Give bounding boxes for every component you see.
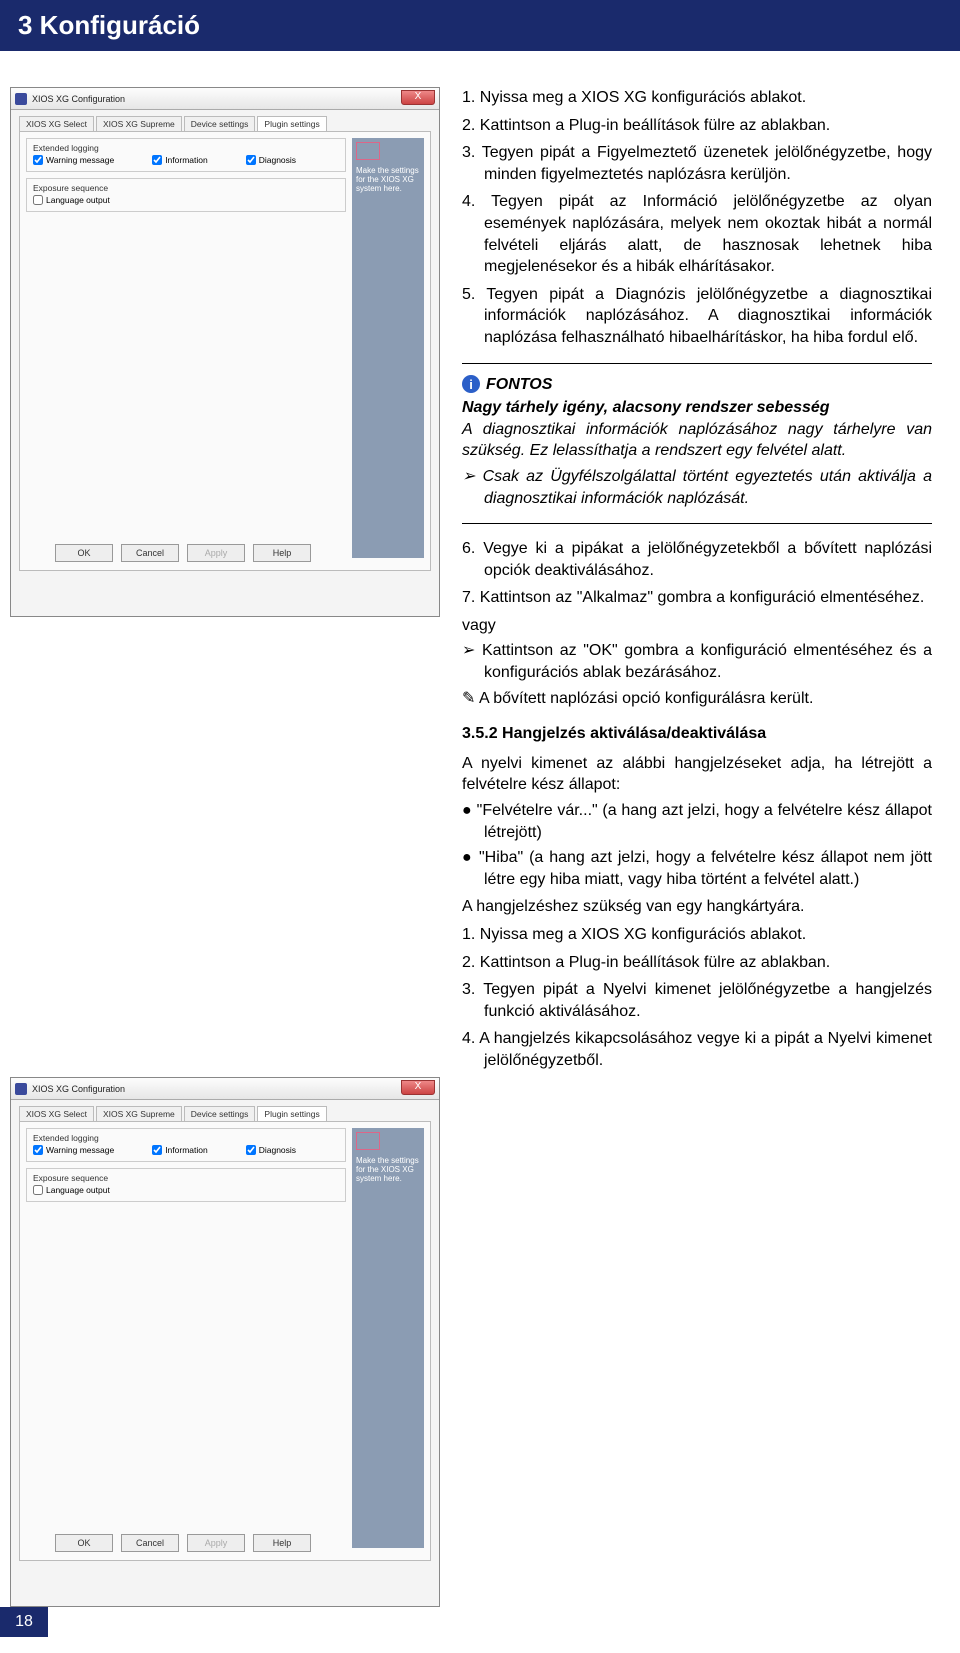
note-label: FONTOS: [486, 374, 552, 396]
tabs-row: XIOS XG Select XIOS XG Supreme Device se…: [11, 1100, 439, 1121]
legend-exposure: Exposure sequence: [33, 1173, 339, 1183]
sec2-step-4: 4. A hangjelzés kikapcsolásához vegye ki…: [462, 1028, 932, 1071]
close-icon[interactable]: X: [401, 1080, 435, 1095]
titlebar: XIOS XG Configuration X: [11, 1078, 439, 1100]
exposure-sequence-fieldset: Exposure sequence Language output: [26, 178, 346, 212]
sec2-step-3: 3. Tegyen pipát a Nyelvi kimenet jelölőn…: [462, 979, 932, 1022]
tab-select[interactable]: XIOS XG Select: [19, 1106, 94, 1121]
tab-plugin[interactable]: Plugin settings: [257, 116, 326, 131]
tab-plugin[interactable]: Plugin settings: [257, 1106, 326, 1121]
subheading-352: 3.5.2 Hangjelzés aktiválása/deaktiválása: [462, 723, 932, 745]
window-title: XIOS XG Configuration: [32, 1084, 125, 1094]
chapter-header: 3 Konfiguráció: [0, 0, 960, 51]
section2-intro: A nyelvi kimenet az alábbi hangjelzéseke…: [462, 753, 932, 796]
app-icon: [15, 1083, 27, 1095]
cancel-button[interactable]: Cancel: [121, 1534, 179, 1552]
chk-language[interactable]: Language output: [33, 195, 110, 205]
camera-icon: [356, 1132, 380, 1150]
tabs-row: XIOS XG Select XIOS XG Supreme Device se…: [11, 110, 439, 131]
chk-language[interactable]: Language output: [33, 1185, 110, 1195]
sec2-step-1: 1. Nyissa meg a XIOS XG konfigurációs ab…: [462, 924, 932, 946]
help-button[interactable]: Help: [253, 1534, 311, 1552]
right-help-panel: Make the settings for the XIOS XG system…: [352, 138, 424, 558]
help-text: Make the settings for the XIOS XG system…: [356, 1156, 419, 1183]
step-5: 5. Tegyen pipát a Diagnózis jelölőnégyze…: [462, 284, 932, 349]
legend-exposure: Exposure sequence: [33, 183, 339, 193]
step-4: 4. Tegyen pipát az Információ jelölőnégy…: [462, 191, 932, 277]
need-soundcard: A hangjelzéshez szükség van egy hangkárt…: [462, 896, 932, 918]
note-bold: Nagy tárhely igény, alacsony rendszer se…: [462, 397, 932, 419]
help-button[interactable]: Help: [253, 544, 311, 562]
step-1: 1. Nyissa meg a XIOS XG konfigurációs ab…: [462, 87, 932, 109]
step-2: 2. Kattintson a Plug-in beállítások fülr…: [462, 115, 932, 137]
legend-logging: Extended logging: [33, 143, 339, 153]
exposure-sequence-fieldset: Exposure sequence Language output: [26, 1168, 346, 1202]
note-body: A diagnosztikai információk naplózásához…: [462, 419, 932, 462]
sec2-step-2: 2. Kattintson a Plug-in beállítások fülr…: [462, 952, 932, 974]
extended-logging-fieldset: Extended logging Warning message Informa…: [26, 1128, 346, 1162]
right-help-panel: Make the settings for the XIOS XG system…: [352, 1128, 424, 1548]
note-arrow: ➢ Csak az Ügyfélszolgálattal történt egy…: [462, 466, 932, 509]
apply-button[interactable]: Apply: [187, 1534, 245, 1552]
result-text: ✎ A bővített naplózási opció konfigurálá…: [462, 688, 932, 710]
chk-diagnosis[interactable]: Diagnosis: [246, 155, 296, 165]
vagy: vagy: [462, 615, 932, 637]
tab-supreme[interactable]: XIOS XG Supreme: [96, 116, 182, 131]
close-icon[interactable]: X: [401, 90, 435, 105]
dialog-buttons: OK Cancel Apply Help: [20, 1534, 346, 1552]
window-title: XIOS XG Configuration: [32, 94, 125, 104]
arrow-ok: ➢ Kattintson az "OK" gombra a konfigurác…: [462, 640, 932, 683]
tab-device[interactable]: Device settings: [184, 116, 256, 131]
chk-warning[interactable]: Warning message: [33, 155, 114, 165]
chk-information[interactable]: Information: [152, 1145, 208, 1155]
info-icon: i: [462, 375, 480, 393]
dialog-buttons: OK Cancel Apply Help: [20, 544, 346, 562]
chk-warning[interactable]: Warning message: [33, 1145, 114, 1155]
legend-logging: Extended logging: [33, 1133, 339, 1143]
important-note: i FONTOS Nagy tárhely igény, alacsony re…: [462, 363, 932, 525]
content-column: 1. Nyissa meg a XIOS XG konfigurációs ab…: [462, 87, 932, 1627]
extended-logging-fieldset: Extended logging Warning message Informa…: [26, 138, 346, 172]
tab-device[interactable]: Device settings: [184, 1106, 256, 1121]
app-icon: [15, 93, 27, 105]
config-window-2: XIOS XG Configuration X XIOS XG Select X…: [10, 1077, 440, 1607]
bullet-2: ● "Hiba" (a hang azt jelzi, hogy a felvé…: [462, 847, 932, 890]
page-number: 18: [0, 1607, 48, 1637]
tab-select[interactable]: XIOS XG Select: [19, 116, 94, 131]
bullet-1: ● "Felvételre vár..." (a hang azt jelzi,…: [462, 800, 932, 843]
chk-information[interactable]: Information: [152, 155, 208, 165]
titlebar: XIOS XG Configuration X: [11, 88, 439, 110]
help-text: Make the settings for the XIOS XG system…: [356, 166, 419, 193]
tab-supreme[interactable]: XIOS XG Supreme: [96, 1106, 182, 1121]
step-6: 6. Vegye ki a pipákat a jelölőnégyzetekb…: [462, 538, 932, 581]
cancel-button[interactable]: Cancel: [121, 544, 179, 562]
tab-body: Make the settings for the XIOS XG system…: [19, 1121, 431, 1561]
step-7: 7. Kattintson az "Alkalmaz" gombra a kon…: [462, 587, 932, 609]
camera-icon: [356, 142, 380, 160]
tab-body: Make the settings for the XIOS XG system…: [19, 131, 431, 571]
chk-diagnosis[interactable]: Diagnosis: [246, 1145, 296, 1155]
step-3: 3. Tegyen pipát a Figyelmeztető üzenetek…: [462, 142, 932, 185]
ok-button[interactable]: OK: [55, 544, 113, 562]
apply-button[interactable]: Apply: [187, 544, 245, 562]
ok-button[interactable]: OK: [55, 1534, 113, 1552]
config-window-1: XIOS XG Configuration X XIOS XG Select X…: [10, 87, 440, 617]
